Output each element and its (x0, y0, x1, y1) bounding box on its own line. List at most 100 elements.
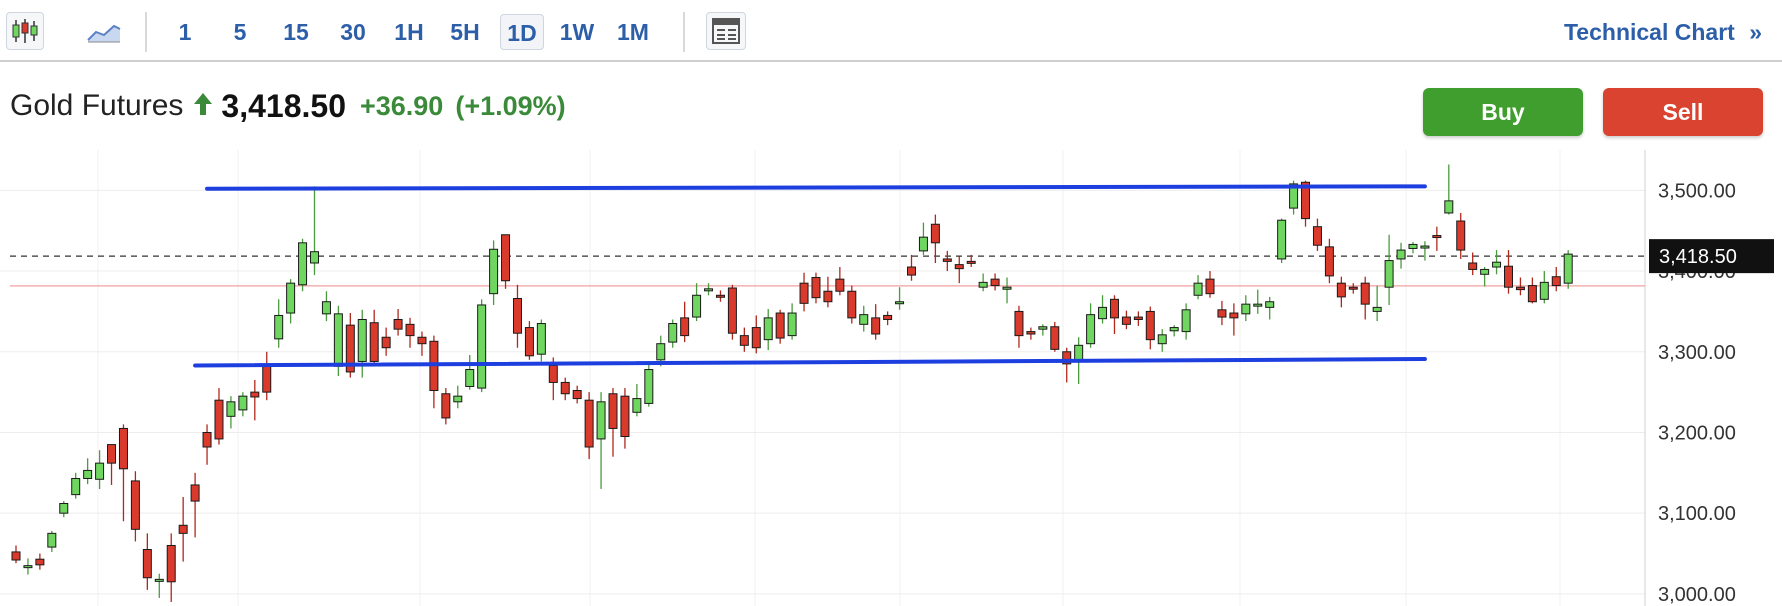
candle-body (59, 503, 69, 514)
trendline[interactable] (205, 184, 1427, 191)
candle-body (608, 393, 618, 429)
candle-body (107, 444, 117, 464)
candle-body (1408, 243, 1418, 249)
candle-body (214, 399, 224, 440)
candle-body (11, 551, 21, 561)
candle-body (381, 336, 391, 349)
candle-body (918, 236, 928, 252)
candle-body (1217, 309, 1227, 318)
candle-body (751, 327, 761, 349)
candle-body (441, 393, 451, 419)
candle-body (524, 327, 534, 357)
candle-body (1205, 278, 1215, 295)
candle-body (883, 314, 893, 320)
interval-1w[interactable]: 1W (556, 14, 598, 50)
y-axis-tick-label: 3,500.00 (1658, 180, 1736, 202)
interval-1h[interactable]: 1H (390, 14, 428, 50)
candle-body (1145, 310, 1155, 341)
candle-body (333, 313, 343, 367)
candle-body (680, 317, 690, 337)
interval-1d[interactable]: 1D (500, 14, 544, 50)
candle-body (1121, 316, 1131, 325)
candle-body (35, 558, 45, 566)
candle-body (453, 395, 463, 403)
price-chart[interactable]: 3,500.003,400.003,300.003,200.003,100.00… (0, 150, 1782, 606)
candle-body (1014, 310, 1024, 337)
candle-body (739, 335, 749, 346)
chevron-right-icon: » (1749, 19, 1762, 45)
candle-body (47, 532, 57, 548)
candle-body (548, 364, 558, 383)
chart-toolbar: 1 5 15 30 1H 5H 1D 1W 1M Technical Chart… (0, 0, 1782, 62)
candle-body (321, 301, 331, 315)
candle-body (632, 398, 642, 413)
candle-body (1468, 262, 1478, 270)
candle-body (871, 317, 881, 335)
candle-body (1432, 235, 1442, 239)
candle-body (692, 294, 702, 318)
candle-body (1277, 219, 1287, 260)
toolbar-divider (683, 12, 685, 52)
y-axis-tick-label: 3,100.00 (1658, 503, 1736, 525)
candle-body (286, 282, 296, 314)
area-chart-icon[interactable] (84, 12, 124, 50)
candle-body (787, 312, 797, 337)
instrument-name: Gold Futures (10, 89, 184, 122)
candle-body (369, 322, 379, 362)
interval-30[interactable]: 30 (334, 14, 372, 50)
interval-15[interactable]: 15 (278, 14, 314, 50)
candle-body (477, 304, 487, 389)
candle-body (1050, 326, 1060, 350)
candle-body (1527, 285, 1537, 303)
candle-body (1074, 344, 1084, 361)
candle-body (715, 294, 725, 298)
candle-body (489, 248, 499, 295)
candle-body (1360, 282, 1370, 305)
candle-body (823, 290, 833, 303)
candle-body (512, 298, 522, 334)
candlestick-icon[interactable] (6, 12, 44, 50)
candle-body (226, 401, 236, 417)
candle-body (835, 278, 845, 292)
sell-button[interactable]: Sell (1603, 88, 1763, 136)
candle-body (1253, 303, 1263, 307)
candle-body (1133, 316, 1143, 320)
arrow-up-icon (193, 92, 213, 121)
candle-body (1456, 220, 1466, 251)
candle-body (95, 462, 105, 480)
y-axis-tick-label: 3,000.00 (1658, 584, 1736, 606)
candle-body (1504, 265, 1513, 288)
candle-body (357, 318, 367, 362)
buy-button[interactable]: Buy (1423, 88, 1583, 136)
candle-body (966, 260, 976, 264)
technical-chart-link[interactable]: Technical Chart » (1564, 14, 1762, 50)
candle-body (1563, 253, 1573, 284)
candle-body (262, 364, 272, 393)
interval-1[interactable]: 1 (170, 14, 200, 50)
candle-body (1312, 226, 1322, 246)
candle-body (202, 431, 212, 448)
candle-body (1181, 309, 1191, 333)
candle-body (190, 484, 200, 502)
candle-body (142, 549, 152, 579)
candle-body (1026, 331, 1036, 335)
candle-body (298, 242, 308, 286)
candle-body (859, 314, 869, 325)
candle-body (130, 480, 140, 530)
interval-5[interactable]: 5 (225, 14, 255, 50)
candle-body (656, 343, 666, 361)
candle-body (1241, 303, 1251, 315)
interval-5h[interactable]: 5H (445, 14, 485, 50)
candle-body (1098, 306, 1108, 320)
candle-body (1372, 306, 1382, 312)
interval-1m[interactable]: 1M (612, 14, 654, 50)
candle-body (727, 287, 737, 334)
candle-body (71, 477, 81, 496)
candle-body (118, 427, 128, 470)
candle-body (1169, 327, 1179, 332)
candle-body (250, 391, 260, 398)
candle-body (954, 264, 964, 270)
candle-body (1348, 286, 1358, 290)
layout-icon[interactable] (706, 12, 746, 50)
technical-chart-label: Technical Chart (1563, 19, 1735, 45)
